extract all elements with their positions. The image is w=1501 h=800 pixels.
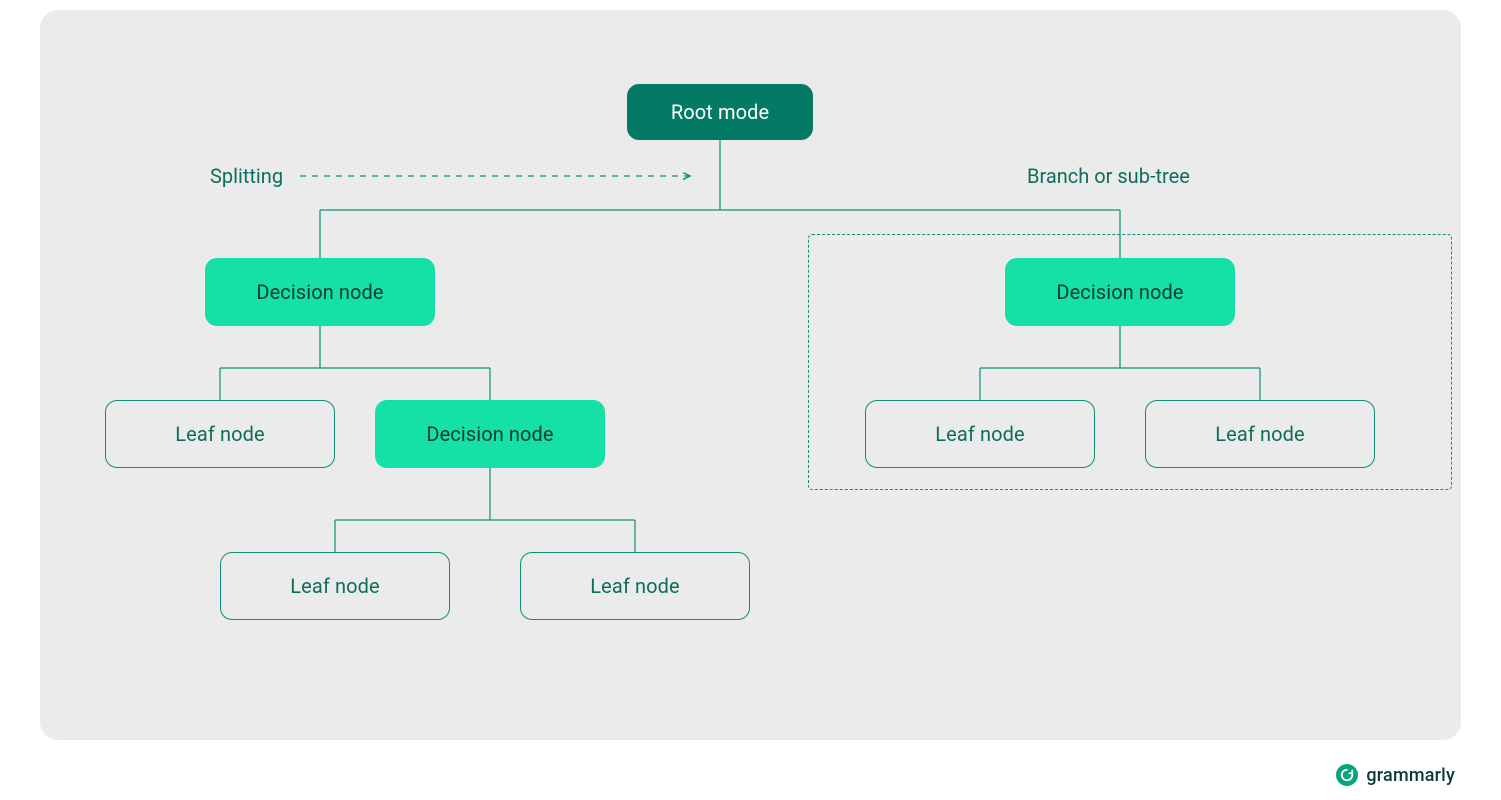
node-label: Leaf node [590, 574, 679, 598]
left-leaf-1: Leaf node [105, 400, 335, 468]
node-label: Decision node [426, 422, 553, 446]
node-label: Leaf node [1215, 422, 1304, 446]
left-decision-node: Decision node [205, 258, 435, 326]
root-node: Root mode [627, 84, 813, 140]
left-sub-decision-node: Decision node [375, 400, 605, 468]
brand-name: grammarly [1366, 765, 1455, 786]
node-label: Leaf node [935, 422, 1024, 446]
right-decision-node: Decision node [1005, 258, 1235, 326]
node-label: Leaf node [175, 422, 264, 446]
branch-label: Branch or sub-tree [1027, 164, 1190, 188]
right-leaf-1: Leaf node [865, 400, 1095, 468]
node-label: Leaf node [290, 574, 379, 598]
splitting-label: Splitting [210, 164, 283, 188]
right-leaf-2: Leaf node [1145, 400, 1375, 468]
brand-footer: grammarly [1336, 764, 1455, 786]
sub-leaf-1: Leaf node [220, 552, 450, 620]
diagram-canvas: Root mode Splitting Branch or sub-tree D… [40, 10, 1461, 740]
root-node-label: Root mode [671, 100, 769, 124]
node-label: Decision node [256, 280, 383, 304]
grammarly-logo-icon [1336, 764, 1358, 786]
sub-leaf-2: Leaf node [520, 552, 750, 620]
node-label: Decision node [1056, 280, 1183, 304]
